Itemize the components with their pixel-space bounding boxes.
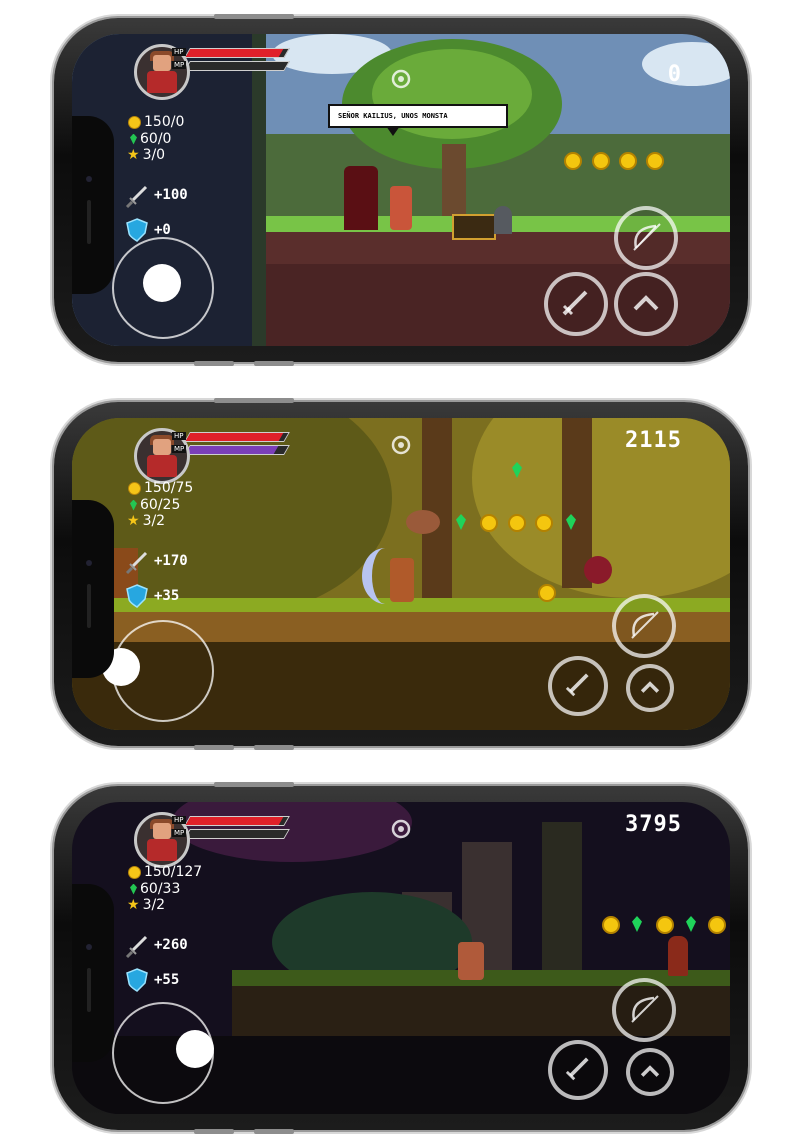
game-screen-3: HP MP 150/127 60/33 ★ 3/2 +260 +55 3795 [72, 802, 730, 1114]
treasure-chest [452, 214, 496, 240]
mp-bar [184, 445, 290, 455]
hp-label: HP [172, 48, 186, 56]
game-screen-1: SEÑOR KAILIUS, UNOS MONSTA HP MP 150/0 6… [72, 34, 730, 346]
coin [708, 916, 726, 934]
star-counter: ★ 3/0 [127, 147, 166, 163]
jump-arrow-icon [633, 295, 659, 311]
gem-counter: 60/0 [130, 131, 171, 147]
sword-icon [565, 673, 589, 697]
jump-button[interactable] [614, 272, 678, 336]
coin [592, 152, 610, 170]
star-counter: ★ 3/2 [127, 513, 166, 529]
coin-icon [128, 865, 141, 879]
game-screen-2: HP MP 150/75 60/25 ★ 3/2 +170 +35 2115 [72, 418, 730, 730]
phone-notch [72, 500, 114, 678]
hp-label: HP [172, 432, 186, 440]
coin [619, 152, 637, 170]
sword-icon [125, 935, 148, 959]
coin-counter: 150/75 [128, 480, 193, 496]
phone-frame-2: HP MP 150/75 60/25 ★ 3/2 +170 +35 2115 [54, 398, 748, 750]
score-display: 3795 [625, 812, 682, 837]
hp-bar [184, 816, 290, 826]
enemy-flame-skull [668, 936, 688, 976]
settings-icon[interactable] [390, 818, 412, 840]
bow-button[interactable] [614, 206, 678, 270]
coin [602, 916, 620, 934]
score-display: 2115 [625, 428, 682, 453]
bow-icon [631, 995, 659, 1023]
joystick-knob[interactable] [176, 1030, 214, 1068]
phone-notch [72, 116, 114, 294]
sword-icon [562, 290, 588, 316]
coin [508, 514, 526, 532]
defense-value: +0 [154, 222, 171, 238]
coin [656, 916, 674, 934]
phone-frame-1: SEÑOR KAILIUS, UNOS MONSTA HP MP 150/0 6… [54, 14, 748, 366]
attack-value: +260 [154, 937, 188, 953]
dialog-text: SEÑOR KAILIUS, UNOS MONSTA [338, 112, 448, 120]
gem-icon [130, 883, 137, 895]
bow-button[interactable] [612, 594, 676, 658]
mp-label: MP [172, 61, 187, 69]
joystick-knob[interactable] [143, 264, 181, 302]
sword-icon [125, 551, 148, 575]
coin [564, 152, 582, 170]
attack-value: +100 [154, 187, 188, 203]
sword-icon [565, 1057, 589, 1081]
defense-value: +35 [154, 588, 180, 604]
star-icon: ★ [127, 147, 140, 163]
attack-value: +170 [154, 553, 188, 569]
hp-bar [184, 432, 290, 442]
enemy-spiky-creature [406, 510, 440, 534]
star-icon: ★ [127, 513, 140, 529]
score-display: 0 [667, 62, 682, 87]
settings-icon[interactable] [390, 434, 412, 456]
hp-bar [184, 48, 290, 58]
coin [538, 584, 556, 602]
coin [646, 152, 664, 170]
bow-icon [631, 611, 659, 639]
bow-icon [633, 223, 661, 251]
gem-counter: 60/25 [130, 497, 180, 513]
mp-bar [184, 61, 290, 71]
hp-label: HP [172, 816, 186, 824]
attack-button[interactable] [548, 1040, 608, 1100]
sword-slash-effect [362, 548, 408, 604]
phone-frame-3: HP MP 150/127 60/33 ★ 3/2 +260 +55 3795 [54, 782, 748, 1134]
coin [535, 514, 553, 532]
defense-value: +55 [154, 972, 180, 988]
shield-icon [126, 584, 148, 608]
jump-arrow-icon [640, 1065, 660, 1077]
star-icon: ★ [127, 897, 140, 913]
gem-icon [130, 499, 137, 511]
coin-counter: 150/127 [128, 864, 202, 880]
attack-button[interactable] [548, 656, 608, 716]
star-counter: ★ 3/2 [127, 897, 166, 913]
hero-character [390, 186, 412, 230]
shield-icon [126, 968, 148, 992]
settings-icon[interactable] [390, 68, 412, 90]
coin [480, 514, 498, 532]
shield-icon [126, 218, 148, 242]
gem-icon [130, 133, 137, 145]
phone-notch [72, 884, 114, 1062]
jump-button[interactable] [626, 664, 674, 712]
jump-arrow-icon [640, 681, 660, 693]
mp-label: MP [172, 445, 187, 453]
attack-button[interactable] [544, 272, 608, 336]
gem-counter: 60/33 [130, 881, 180, 897]
coin-icon [128, 481, 141, 495]
coin-counter: 150/0 [128, 114, 184, 130]
sword-icon [125, 185, 148, 209]
dark-lord-npc [344, 166, 378, 230]
coin-icon [128, 115, 141, 129]
gravestone [494, 206, 512, 234]
jump-button[interactable] [626, 1048, 674, 1096]
enemy-mushroom [584, 556, 612, 584]
mp-bar [184, 829, 290, 839]
mp-label: MP [172, 829, 187, 837]
hero-character [458, 942, 484, 980]
dialog-bubble: SEÑOR KAILIUS, UNOS MONSTA [328, 104, 508, 136]
bow-button[interactable] [612, 978, 676, 1042]
